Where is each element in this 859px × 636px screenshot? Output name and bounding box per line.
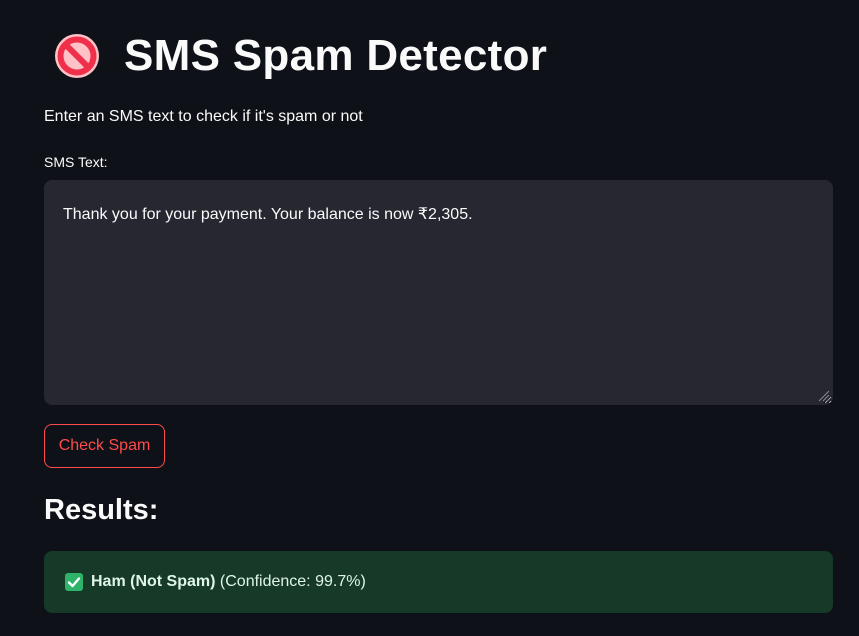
- confidence-text: (Confidence: 99.7%): [219, 573, 366, 590]
- check-spam-button[interactable]: Check Spam: [44, 424, 165, 468]
- results-heading: Results:: [44, 494, 159, 526]
- no-entry-icon: [52, 31, 102, 81]
- result-text: Ham (Not Spam) (Confidence: 99.7%): [91, 573, 366, 591]
- check-mark-icon: [65, 573, 83, 591]
- app-page: SMS Spam Detector Enter an SMS text to c…: [0, 0, 859, 636]
- sms-text-label: SMS Text:: [44, 154, 108, 170]
- title-row: SMS Spam Detector: [52, 26, 547, 86]
- prediction-label: Ham (Not Spam): [91, 573, 216, 590]
- result-alert: Ham (Not Spam) (Confidence: 99.7%): [44, 551, 833, 613]
- page-subtitle: Enter an SMS text to check if it's spam …: [44, 108, 363, 125]
- sms-text-input[interactable]: Thank you for your payment. Your balance…: [44, 180, 833, 405]
- page-title: SMS Spam Detector: [124, 31, 548, 80]
